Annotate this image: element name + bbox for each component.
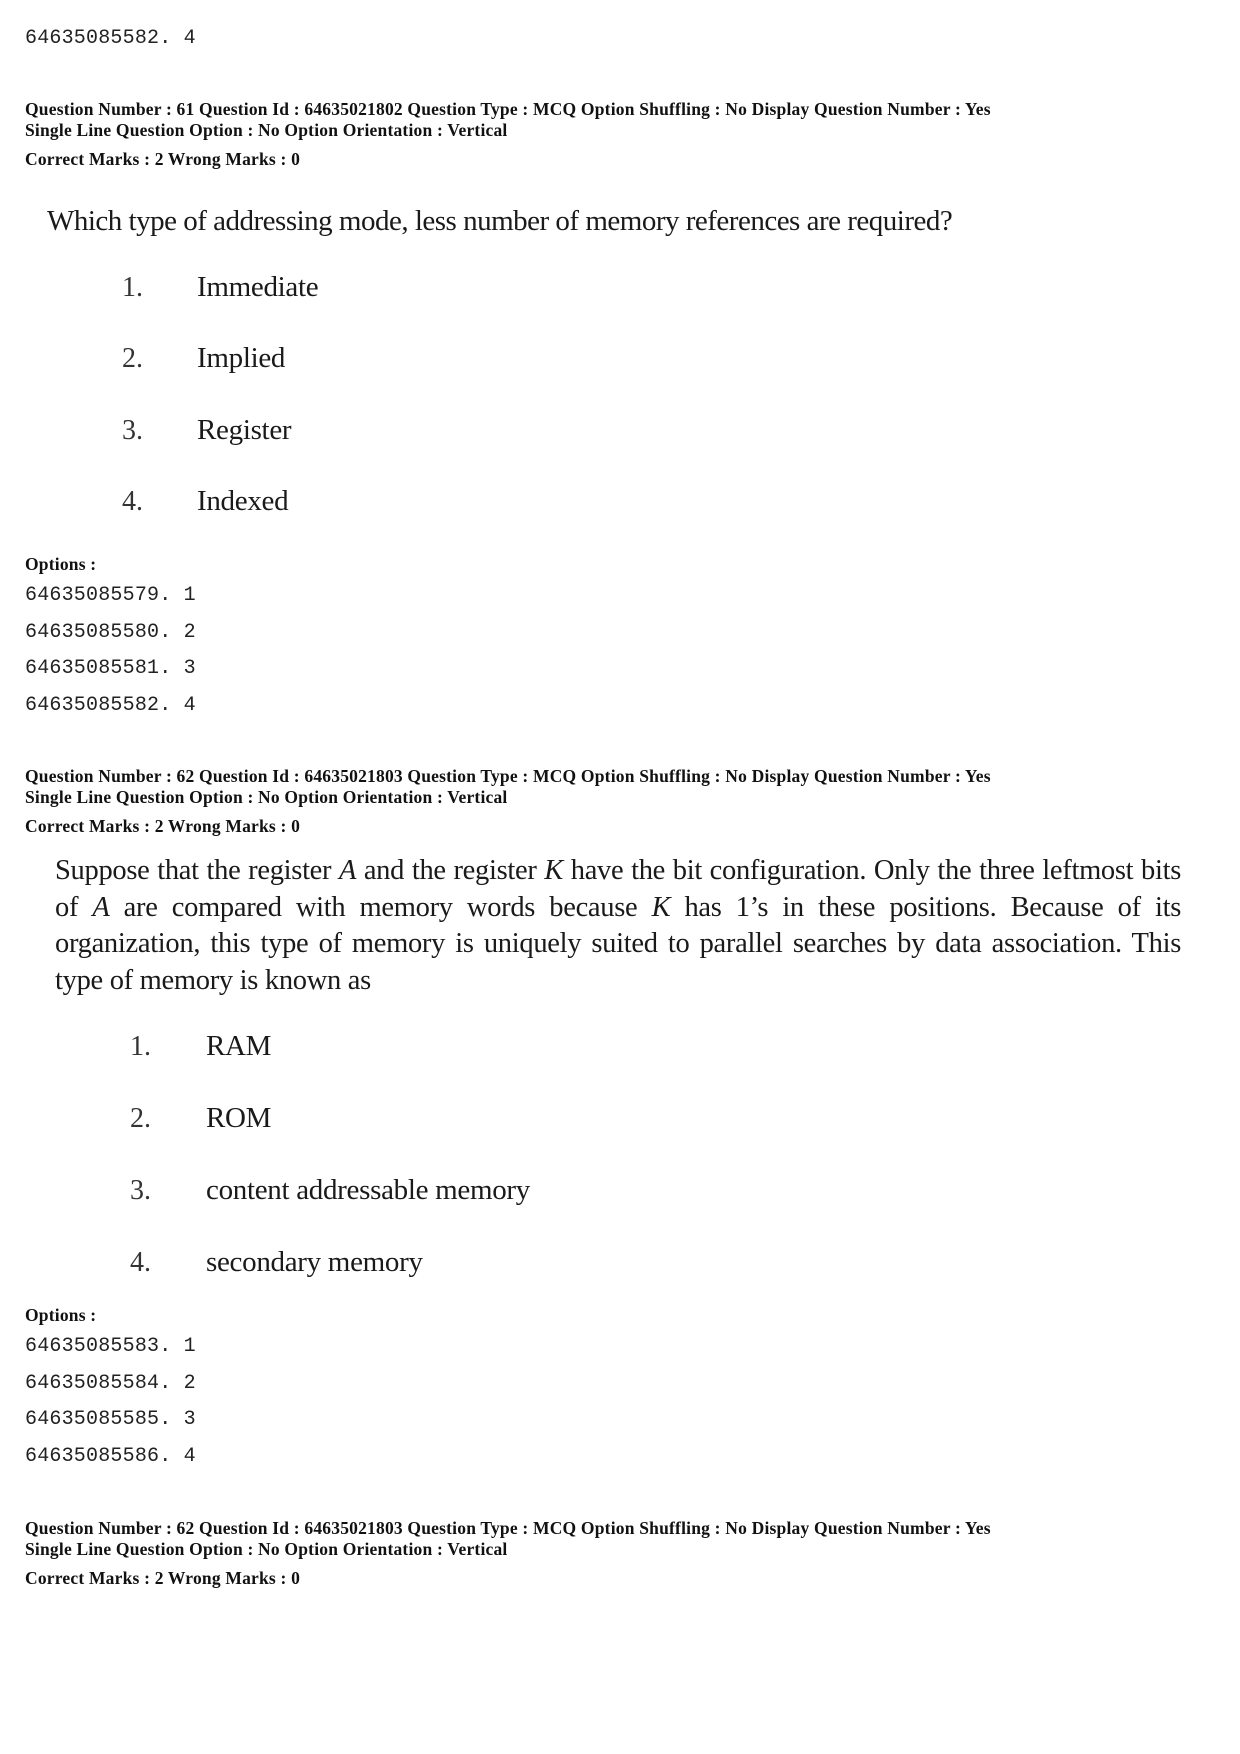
question-text: Which type of addressing mode, less numb… [47,205,953,237]
register-variable-a: A [338,855,357,886]
register-variable-a: A [92,891,110,923]
choice-number: 3. [130,1175,151,1206]
choice-label: Indexed [197,485,289,517]
choice-label: content addressable memory [206,1174,530,1206]
question-meta-line-1: Question Number : 62 Question Id : 64635… [25,766,991,786]
question-meta-line-1: Question Number : 62 Question Id : 64635… [25,1518,991,1538]
previous-option-id: 64635085582. 4 [25,27,196,50]
option-id: 64635085584. 2 [25,1372,196,1395]
register-variable-k: K [651,891,671,923]
choice-label: Implied [197,342,286,374]
choice-label: RAM [206,1030,272,1062]
register-variable-k: K [544,855,564,886]
choice-number: 4. [122,486,143,517]
choice-number: 3. [122,415,143,446]
options-heading: Options : [25,1305,97,1325]
choice-number: 1. [130,1031,151,1062]
choice-number: 2. [130,1103,151,1134]
question-text-segment: are compared with memory words because [109,891,652,923]
option-id: 64635085581. 3 [25,657,196,680]
question-meta-line-2: Single Line Question Option : No Option … [25,120,508,140]
question-meta-line-2: Single Line Question Option : No Option … [25,1539,508,1559]
choice-label: secondary memory [206,1246,423,1278]
choice-number: 2. [122,343,143,374]
question-marks: Correct Marks : 2 Wrong Marks : 0 [25,1568,301,1588]
option-id: 64635085585. 3 [25,1408,196,1431]
option-id: 64635085583. 1 [25,1335,196,1358]
option-id: 64635085582. 4 [25,694,196,717]
choice-number: 1. [122,272,143,303]
options-heading: Options : [25,554,97,574]
question-text-segment: and the register [356,855,545,886]
option-id: 64635085579. 1 [25,584,196,607]
choice-number: 4. [130,1247,151,1278]
choice-label: Register [197,414,292,446]
question-meta-line-1: Question Number : 61 Question Id : 64635… [25,99,991,119]
option-id: 64635085586. 4 [25,1445,196,1468]
question-text-segment: Suppose that the register [55,855,339,886]
option-id: 64635085580. 2 [25,621,196,644]
question-meta-line-2: Single Line Question Option : No Option … [25,787,508,807]
choice-label: Immediate [197,271,319,303]
question-text: Suppose that the register A and the regi… [55,853,1181,999]
question-marks: Correct Marks : 2 Wrong Marks : 0 [25,149,301,169]
question-marks: Correct Marks : 2 Wrong Marks : 0 [25,816,301,836]
choice-label: ROM [206,1102,272,1134]
